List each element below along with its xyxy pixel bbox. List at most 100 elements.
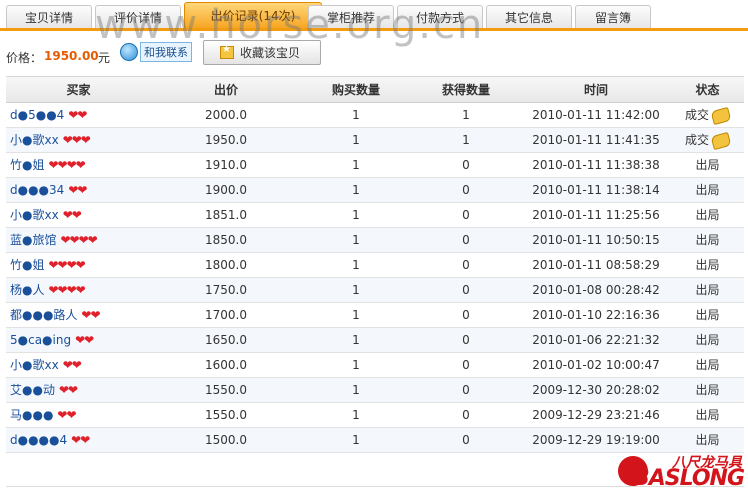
table-row: d●5●●4 ❤❤ 2000.0 1 1 2010-01-11 11:42:00 成交 — [6, 103, 744, 128]
quantity-cell: 1 — [352, 383, 360, 397]
obtained-cell: 0 — [462, 258, 470, 272]
quantity-cell: 1 — [352, 433, 360, 447]
credit-hearts-icon: ❤❤❤❤ — [48, 283, 85, 297]
credit-hearts-icon: ❤❤ — [62, 208, 82, 222]
buyer-link[interactable]: 艾●●动 — [10, 378, 55, 403]
table-row: d●●●●4 ❤❤ 1500.0 1 0 2009-12-29 19:19:00 出局 — [6, 428, 744, 453]
quantity-cell: 1 — [352, 158, 360, 172]
buyer-link[interactable]: 竹●姐 — [10, 253, 44, 278]
buyer-cell: d●●●●4 ❤❤ — [10, 428, 155, 453]
quantity-cell: 1 — [352, 108, 360, 122]
status-text: 出局 — [695, 383, 720, 397]
status-text: 出局 — [695, 233, 720, 247]
status-cell: 成交 — [671, 103, 744, 128]
obtained-cell: 0 — [462, 233, 470, 247]
buyer-cell: 小●歌xx ❤❤❤ — [10, 128, 155, 153]
status-cell: 出局 — [671, 303, 744, 328]
buyer-link[interactable]: 小●歌xx — [10, 203, 59, 228]
buyer-link[interactable]: 5●ca●ing — [10, 328, 71, 353]
bid-price-cell: 1750.0 — [205, 283, 247, 297]
buyer-cell: 艾●●动 ❤❤ — [10, 378, 155, 403]
status-cell: 出局 — [671, 403, 744, 428]
buyer-link[interactable]: 马●●● — [10, 403, 53, 428]
credit-hearts-icon: ❤❤ — [68, 183, 87, 197]
obtained-cell: 0 — [462, 208, 470, 222]
buyer-cell: 5●ca●ing ❤❤ — [10, 328, 155, 353]
tab-reviews[interactable]: 评价详情 — [95, 5, 181, 28]
tab-shop-recommend[interactable]: 掌柜推荐 — [308, 5, 394, 28]
bid-price-cell: 2000.0 — [205, 108, 247, 122]
buyer-link[interactable]: 小●歌xx — [10, 128, 59, 153]
status-text: 出局 — [695, 208, 720, 222]
quantity-cell: 1 — [352, 333, 360, 347]
credit-hearts-icon: ❤❤ — [62, 358, 82, 372]
price-unit: 元 — [98, 51, 111, 65]
quantity-cell: 1 — [352, 208, 360, 222]
buyer-link[interactable]: d●5●●4 — [10, 103, 64, 128]
credit-hearts-icon: ❤❤ — [71, 433, 90, 447]
tab-bar: 宝贝详情 评价详情 出价记录(14次) 掌柜推荐 付款方式 其它信息 留言簿 — [0, 0, 748, 31]
credit-hearts-icon: ❤❤❤ — [62, 133, 91, 147]
tab-label: 评价详情 — [113, 10, 162, 25]
brand-logo: 八尺龙马具 BASLONG — [618, 452, 746, 491]
buyer-link[interactable]: 都●●●路人 — [10, 303, 77, 328]
table-row: 5●ca●ing ❤❤ 1650.0 1 0 2010-01-06 22:21:32 出局 — [6, 328, 744, 353]
favorite-item-button[interactable]: 收藏该宝贝 — [203, 40, 321, 65]
status-text: 出局 — [695, 333, 720, 347]
buyer-link[interactable]: d●●●●4 — [10, 428, 67, 453]
buyer-cell: 小●歌xx ❤❤ — [10, 353, 155, 378]
tab-other-info[interactable]: 其它信息 — [486, 5, 572, 28]
quantity-cell: 1 — [352, 358, 360, 372]
tab-label: 付款方式 — [415, 10, 464, 25]
credit-hearts-icon: ❤❤ — [81, 308, 100, 322]
deal-hand-icon — [710, 131, 732, 150]
status-text: 出局 — [695, 433, 720, 447]
credit-hearts-icon: ❤❤ — [75, 333, 94, 347]
status-cell: 出局 — [671, 253, 744, 278]
time-cell: 2009-12-29 19:19:00 — [532, 433, 660, 447]
obtained-cell: 1 — [462, 133, 470, 147]
tab-label: 掌柜推荐 — [326, 10, 375, 25]
tab-payment[interactable]: 付款方式 — [397, 5, 483, 28]
tab-item-details[interactable]: 宝贝详情 — [6, 5, 92, 28]
tab-label: 宝贝详情 — [24, 10, 73, 25]
column-header-status: 状态 — [695, 83, 720, 97]
obtained-cell: 0 — [462, 433, 470, 447]
time-cell: 2010-01-11 11:25:56 — [532, 208, 660, 222]
table-body: d●5●●4 ❤❤ 2000.0 1 1 2010-01-11 11:42:00 成交 小●歌… — [6, 103, 744, 453]
buyer-link[interactable]: 小●歌xx — [10, 353, 59, 378]
tab-label: 留言簿 — [594, 10, 631, 25]
status-text: 出局 — [695, 158, 720, 172]
tab-bid-records[interactable]: 出价记录(14次) — [184, 2, 322, 28]
buyer-link[interactable]: 杨●人 — [10, 278, 44, 303]
credit-hearts-icon: ❤❤ — [57, 408, 76, 422]
table-row: d●●●34 ❤❤ 1900.0 1 0 2010-01-11 11:38:14 出局 — [6, 178, 744, 203]
status-text: 出局 — [695, 283, 720, 297]
time-cell: 2010-01-08 00:28:42 — [532, 283, 660, 297]
buyer-link[interactable]: 蓝●旅馆 — [10, 228, 56, 253]
column-header-obtained: 获得数量 — [441, 83, 490, 97]
tab-label: 其它信息 — [504, 10, 553, 25]
credit-hearts-icon: ❤❤ — [68, 108, 87, 122]
contact-seller-button[interactable]: 和我联系 — [120, 42, 192, 62]
time-cell: 2010-01-11 11:41:35 — [532, 133, 660, 147]
buyer-cell: d●5●●4 ❤❤ — [10, 103, 155, 128]
tab-guestbook[interactable]: 留言簿 — [575, 5, 651, 28]
table-row: 都●●●路人 ❤❤ 1700.0 1 0 2010-01-10 22:16:36 出局 — [6, 303, 744, 328]
table-row: 小●歌xx ❤❤ 1851.0 1 0 2010-01-11 11:25:56 出局 — [6, 203, 744, 228]
table-row: 竹●姐 ❤❤❤❤ 1910.0 1 0 2010-01-11 11:38:38 出局 — [6, 153, 744, 178]
status-cell: 出局 — [671, 378, 744, 403]
buyer-cell: 都●●●路人 ❤❤ — [10, 303, 155, 328]
status-text: 成交 — [684, 133, 709, 147]
quantity-cell: 1 — [352, 258, 360, 272]
status-text: 出局 — [695, 358, 720, 372]
buyer-link[interactable]: d●●●34 — [10, 178, 64, 203]
table-row: 小●歌xx ❤❤ 1600.0 1 0 2010-01-02 10:00:47 出局 — [6, 353, 744, 378]
buyer-link[interactable]: 竹●姐 — [10, 153, 44, 178]
status-text: 出局 — [695, 258, 720, 272]
contact-label: 和我联系 — [140, 42, 192, 62]
time-cell: 2010-01-02 10:00:47 — [532, 358, 660, 372]
quantity-cell: 1 — [352, 308, 360, 322]
credit-hearts-icon: ❤❤❤❤ — [48, 158, 85, 172]
bid-records-table: 买家 出价 购买数量 获得数量 时间 状态 d●5●●4 ❤❤ 2000.0 1 1 20… — [6, 76, 744, 453]
